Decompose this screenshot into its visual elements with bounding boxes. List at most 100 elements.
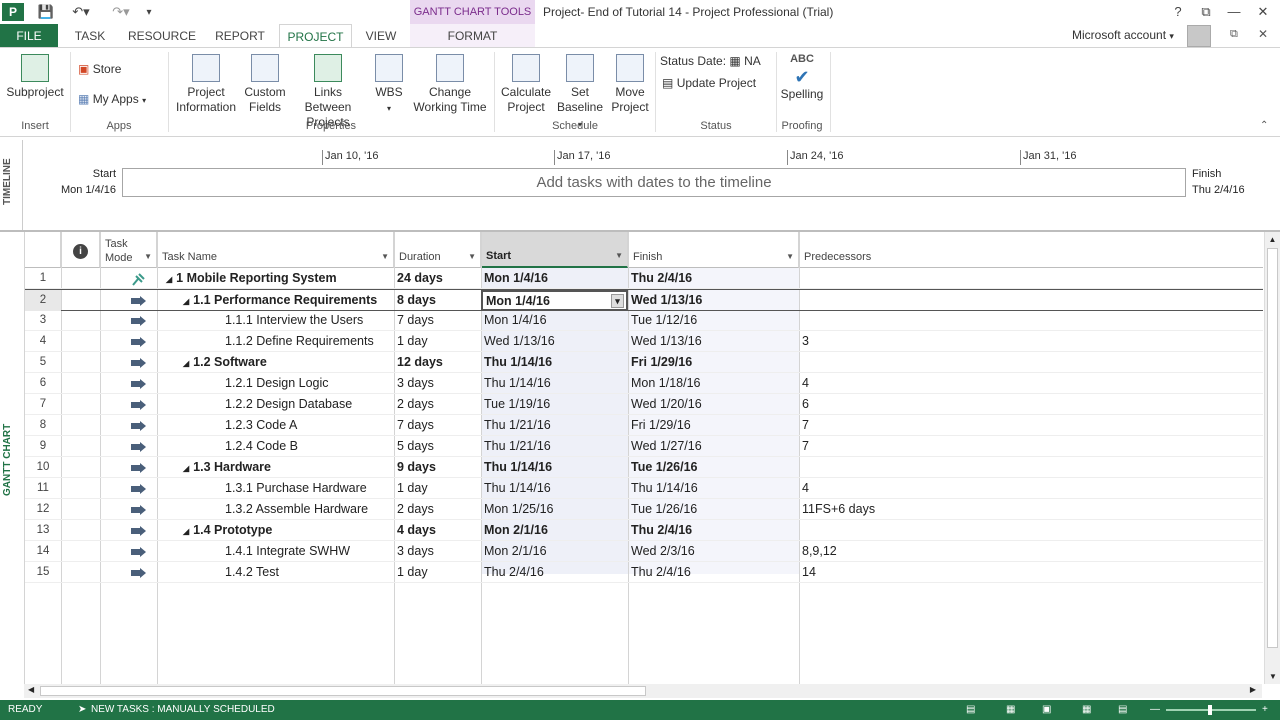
task-name-cell[interactable]: ◢ 1.3 Hardware [157,457,394,478]
tab-report[interactable]: REPORT [208,24,272,48]
row-number[interactable]: 4 [25,331,61,352]
predecessors-cell[interactable]: 8,9,12 [799,541,1263,562]
spelling-button[interactable]: ABC ✔ Spelling [778,52,826,102]
row-number[interactable]: 13 [25,520,61,541]
start-cell[interactable]: Mon 1/4/16 ▾ [481,290,628,311]
duration-cell[interactable]: 24 days [394,268,481,289]
table-row[interactable]: 13 ◢ 1.4 Prototype 4 days Mon 2/1/16 Thu 2/4/… [25,520,1263,541]
horizontal-scrollbar[interactable]: ◀ ▶ [24,684,1262,698]
duration-cell[interactable]: 3 days [394,373,481,394]
duration-cell[interactable]: 12 days [394,352,481,373]
predecessors-cell[interactable] [799,310,1263,331]
undo-icon[interactable]: ↶▾ [66,2,96,22]
finish-cell[interactable]: Tue 1/26/16 [628,457,799,478]
scroll-up-icon[interactable]: ▲ [1265,235,1280,244]
row-number[interactable]: 9 [25,436,61,457]
task-name-cell[interactable]: 1.1.2 Define Requirements [157,331,394,352]
start-cell[interactable]: Mon 2/1/16 [481,520,628,541]
predecessors-cell[interactable]: 4 [799,478,1263,499]
predecessors-cell[interactable] [799,457,1263,478]
predecessors-cell[interactable]: 7 [799,415,1263,436]
zoom-thumb[interactable] [1208,705,1212,715]
collapse-triangle-icon[interactable]: ◢ [183,527,189,536]
start-cell[interactable]: Mon 1/4/16 [481,310,628,331]
start-header[interactable]: Start ▼ [481,232,628,268]
store-button[interactable]: ▣ Store [78,62,121,77]
change-working-time-button[interactable]: Change Working Time [410,54,490,115]
finish-cell[interactable]: Thu 2/4/16 [628,268,799,289]
date-picker-dropdown-icon[interactable]: ▾ [611,294,624,308]
duration-cell[interactable]: 5 days [394,436,481,457]
start-cell[interactable]: Thu 1/14/16 [481,373,628,394]
collapse-triangle-icon[interactable]: ◢ [166,275,172,284]
scroll-thumb[interactable] [40,686,646,696]
report-view-icon[interactable]: ▤ [1118,700,1127,720]
move-project-button[interactable]: Move Project [608,54,652,115]
scroll-right-icon[interactable]: ▶ [1250,685,1256,694]
table-row[interactable]: 3 1.1.1 Interview the Users 7 days Mon 1/4/… [25,310,1263,331]
table-row[interactable]: 10 ◢ 1.3 Hardware 9 days Thu 1/14/16 Tue 1/26… [25,457,1263,478]
task-name-cell[interactable]: 1.2.2 Design Database [157,394,394,415]
redo-icon[interactable]: ↷▾ [106,2,136,22]
duration-header[interactable]: Duration ▼ [394,232,481,268]
scroll-thumb[interactable] [1267,248,1278,648]
update-project-button[interactable]: ▤ Update Project [662,76,756,91]
task-mode-header[interactable]: Task Mode ▼ [100,232,157,268]
resource-sheet-view-icon[interactable]: ▦ [1082,700,1091,720]
row-number[interactable]: 1 [25,268,61,289]
close-document-icon[interactable]: ✕ [1258,27,1268,41]
table-row[interactable]: 4 1.1.2 Define Requirements 1 day Wed 1/13/… [25,331,1263,352]
row-number[interactable]: 7 [25,394,61,415]
collapse-triangle-icon[interactable]: ◢ [183,297,189,306]
start-cell[interactable]: Thu 1/14/16 [481,478,628,499]
duration-cell[interactable]: 1 day [394,478,481,499]
tab-resource[interactable]: RESOURCE [124,24,200,48]
start-cell[interactable]: Wed 1/13/16 [481,331,628,352]
row-number[interactable]: 6 [25,373,61,394]
task-name-cell[interactable]: 1.4.1 Integrate SWHW [157,541,394,562]
task-name-cell[interactable]: 1.3.1 Purchase Hardware [157,478,394,499]
start-cell[interactable]: Thu 1/14/16 [481,457,628,478]
task-name-cell[interactable]: 1.2.4 Code B [157,436,394,457]
help-button[interactable]: ? [1164,2,1192,22]
save-icon[interactable]: 💾 [36,2,56,22]
minimize-icon[interactable]: — [1220,2,1248,22]
predecessors-cell[interactable]: 7 [799,436,1263,457]
table-row[interactable]: 15 1.4.2 Test 1 day Thu 2/4/16 Thu 2/4/16 14 [25,562,1263,583]
start-cell[interactable]: Thu 1/14/16 [481,352,628,373]
start-cell[interactable]: Tue 1/19/16 [481,394,628,415]
task-name-cell[interactable]: ◢ 1.2 Software [157,352,394,373]
row-number[interactable]: 11 [25,478,61,499]
task-name-cell[interactable]: 1.2.1 Design Logic [157,373,394,394]
task-name-cell[interactable]: ◢ 1.1 Performance Requirements [157,290,394,311]
team-planner-view-icon[interactable]: ▣ [1042,700,1051,720]
row-number[interactable]: 10 [25,457,61,478]
table-row[interactable]: 12 1.3.2 Assemble Hardware 2 days Mon 1/25/… [25,499,1263,520]
tab-file[interactable]: FILE [0,24,58,48]
collapse-triangle-icon[interactable]: ◢ [183,359,189,368]
predecessors-cell[interactable] [799,268,1263,289]
avatar[interactable] [1187,25,1211,47]
duration-cell[interactable]: 8 days [394,290,481,311]
restore-icon[interactable]: ⧉ [1230,28,1238,41]
new-tasks-mode[interactable]: NEW TASKS : MANUALLY SCHEDULED [91,700,275,720]
select-all-corner[interactable] [25,232,61,268]
ribbon-display-icon[interactable]: ⧉ [1192,2,1220,22]
tab-view[interactable]: VIEW [358,24,404,48]
close-icon[interactable]: ✕ [1248,2,1278,22]
account-button[interactable]: Microsoft account ▾ [1072,28,1174,42]
timeline-bar[interactable]: Add tasks with dates to the timeline [122,168,1186,197]
duration-cell[interactable]: 7 days [394,415,481,436]
row-number[interactable]: 14 [25,541,61,562]
task-name-cell[interactable]: 1.1.1 Interview the Users [157,310,394,331]
finish-cell[interactable]: Fri 1/29/16 [628,352,799,373]
zoom-out-icon[interactable]: — [1150,700,1160,720]
start-cell[interactable]: Mon 1/25/16 [481,499,628,520]
finish-cell[interactable]: Thu 2/4/16 [628,562,799,583]
row-number[interactable]: 12 [25,499,61,520]
scroll-down-icon[interactable]: ▼ [1269,672,1277,681]
predecessors-header[interactable]: Predecessors [799,232,1263,268]
finish-cell[interactable]: Thu 1/14/16 [628,478,799,499]
predecessors-cell[interactable]: 6 [799,394,1263,415]
finish-cell[interactable]: Wed 1/27/16 [628,436,799,457]
